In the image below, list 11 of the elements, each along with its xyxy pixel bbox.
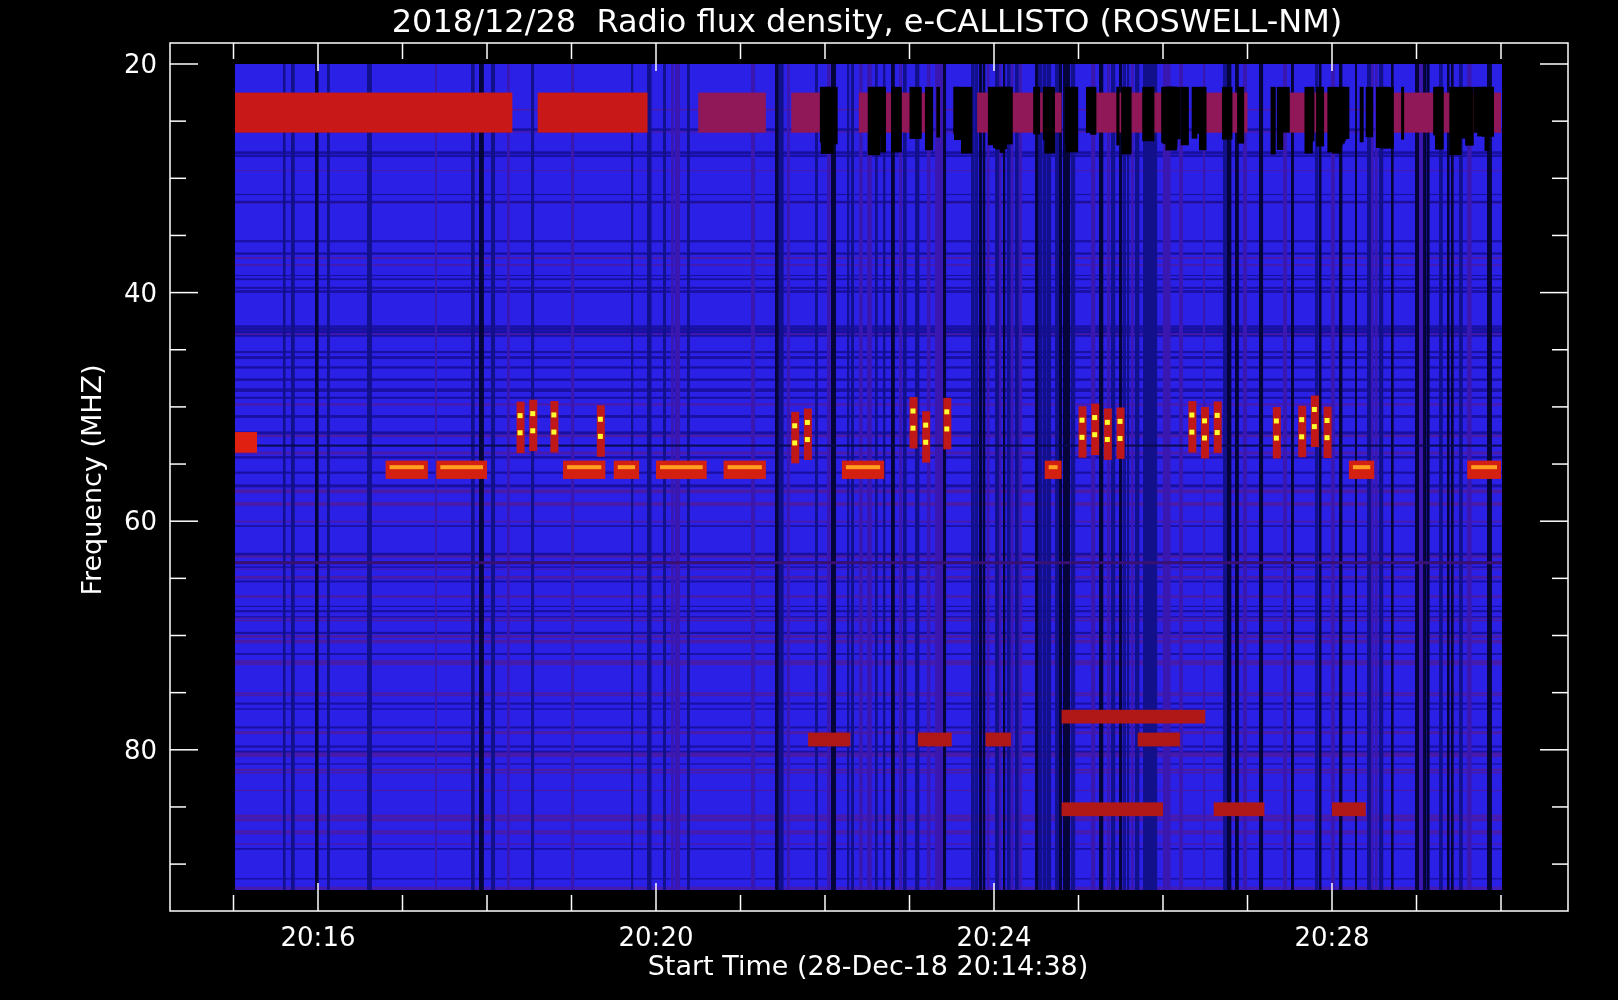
y-tick-label: 20 [123,49,157,79]
x-axis-label: Start Time (28-Dec-18 20:14:38) [647,950,1089,981]
y-tick-label: 40 [123,277,157,308]
y-tick-label: 80 [123,734,157,765]
x-tick-label: 20:16 [280,922,356,952]
chart-title: 2018/12/28 Radio flux density, e-CALLISTO (ROSWELL-NM) [391,2,1343,40]
x-tick-label: 20:20 [618,922,694,952]
y-axis-label: Frequency (MHZ) [76,364,107,596]
x-tick-label: 20:28 [1294,922,1370,952]
x-tick-label: 20:24 [956,922,1032,952]
y-tick-label: 60 [123,506,157,537]
